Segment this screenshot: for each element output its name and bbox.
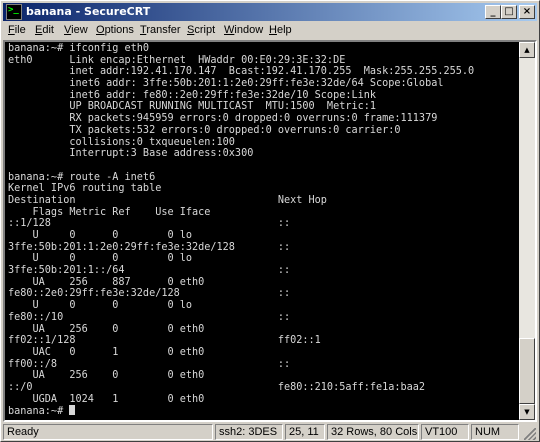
menu-script[interactable]: Script: [187, 24, 215, 36]
status-protocol: ssh2: 3DES: [215, 424, 283, 440]
vertical-scrollbar[interactable]: ▲ ▼: [519, 42, 535, 420]
terminal-line: collisions:0 txqueuelen:100: [8, 136, 235, 148]
terminal-line: UA 256 887 0 eth0: [8, 276, 205, 288]
terminal-line: RX packets:945959 errors:0 dropped:0 ove…: [8, 113, 438, 125]
window-title: banana - SecureCRT: [26, 5, 151, 18]
terminal-line: 3ffe:50b:201:1::/64 ::: [8, 265, 291, 277]
terminal-line: inet6 addr: 3ffe:50b:201:1:2e0:29ff:fe3e…: [8, 78, 444, 90]
terminal-line: UA 256 0 0 eth0: [8, 370, 205, 382]
terminal-line: eth0 Link encap:Ethernet HWaddr 00:E0:29…: [8, 54, 346, 66]
resize-grip-icon[interactable]: [524, 428, 536, 440]
terminal-prompt: banana:~#: [8, 406, 70, 418]
status-emulation: VT100: [421, 424, 469, 440]
close-button[interactable]: ×: [519, 5, 535, 19]
terminal-line: Interrupt:3 Base address:0x300: [8, 148, 254, 160]
terminal-line: U 0 0 0 lo: [8, 300, 193, 312]
securecrt-app-icon[interactable]: >_: [6, 4, 22, 20]
scrollbar-thumb[interactable]: [519, 338, 535, 404]
status-bar: Ready ssh2: 3DES 25, 11 32 Rows, 80 Cols…: [3, 423, 537, 441]
terminal-line: inet addr:192.41.170.147 Bcast:192.41.17…: [8, 66, 475, 78]
status-dimensions: 32 Rows, 80 Cols: [327, 424, 419, 440]
terminal-line: Flags Metric Ref Use Iface: [8, 206, 211, 218]
status-cursor-position: 25, 11: [285, 424, 325, 440]
scroll-down-arrow-icon[interactable]: ▼: [519, 404, 535, 420]
terminal-output[interactable]: banana:~# ifconfig eth0 eth0 Link encap:E…: [5, 42, 517, 420]
terminal-line: U 0 0 0 lo: [8, 230, 193, 241]
menu-bar: File Edit View Options Transfer Script W…: [3, 22, 537, 40]
terminal-line: UA 256 0 0 eth0: [8, 323, 205, 335]
menu-view[interactable]: View: [64, 24, 88, 36]
terminal-line: ::/0 fe80::210:5aff:fe1a:baa2: [8, 381, 426, 393]
menu-transfer[interactable]: Transfer: [140, 24, 181, 36]
terminal-line: banana:~# route -A inet6: [8, 171, 156, 183]
terminal-line: fe80::/10 ::: [8, 311, 291, 323]
terminal-line: UP BROADCAST RUNNING MULTICAST MTU:1500 …: [8, 101, 377, 113]
menu-window[interactable]: Window: [224, 24, 263, 36]
terminal-line: ::1/128 ::: [8, 218, 291, 230]
terminal-frame: banana:~# ifconfig eth0 eth0 Link encap:E…: [3, 40, 537, 422]
menu-edit[interactable]: Edit: [35, 24, 54, 36]
terminal-line: banana:~# ifconfig eth0: [8, 43, 150, 54]
menu-help[interactable]: Help: [269, 24, 292, 36]
maximize-button[interactable]: □: [501, 5, 517, 19]
scroll-up-arrow-icon[interactable]: ▲: [519, 42, 535, 58]
terminal-line: ff00::/8 ::: [8, 358, 291, 370]
terminal-line: 3ffe:50b:201:1:2e0:29ff:fe3e:32de/128 ::: [8, 241, 291, 253]
securecrt-window: >_ banana - SecureCRT _ □ × File Edit Vi…: [0, 0, 540, 442]
terminal-line: UAC 0 1 0 eth0: [8, 346, 205, 358]
terminal-line: Destination Next Hop: [8, 194, 327, 206]
status-caps: NUM: [471, 424, 519, 440]
minimize-button[interactable]: _: [485, 5, 501, 19]
title-bar[interactable]: >_ banana - SecureCRT _ □ ×: [3, 3, 537, 21]
terminal-prompt-line[interactable]: banana:~#: [8, 405, 517, 417]
menu-file[interactable]: File: [8, 24, 26, 36]
terminal-line: inet6 addr: fe80::2e0:29ff:fe3e:32de/10 …: [8, 89, 377, 101]
terminal-line: TX packets:532 errors:0 dropped:0 overru…: [8, 124, 401, 136]
terminal-line: UGDA 1024 1 0 eth0: [8, 393, 205, 405]
terminal-line: U 0 0 0 lo: [8, 253, 193, 265]
menu-options[interactable]: Options: [96, 24, 134, 36]
terminal-line: Kernel IPv6 routing table: [8, 183, 162, 195]
terminal-line: fe80::2e0:29ff:fe3e:32de/128 ::: [8, 288, 291, 300]
terminal-line: ff02::1/128 ff02::1: [8, 335, 321, 347]
status-ready: Ready: [3, 424, 213, 440]
text-cursor: [69, 405, 76, 416]
